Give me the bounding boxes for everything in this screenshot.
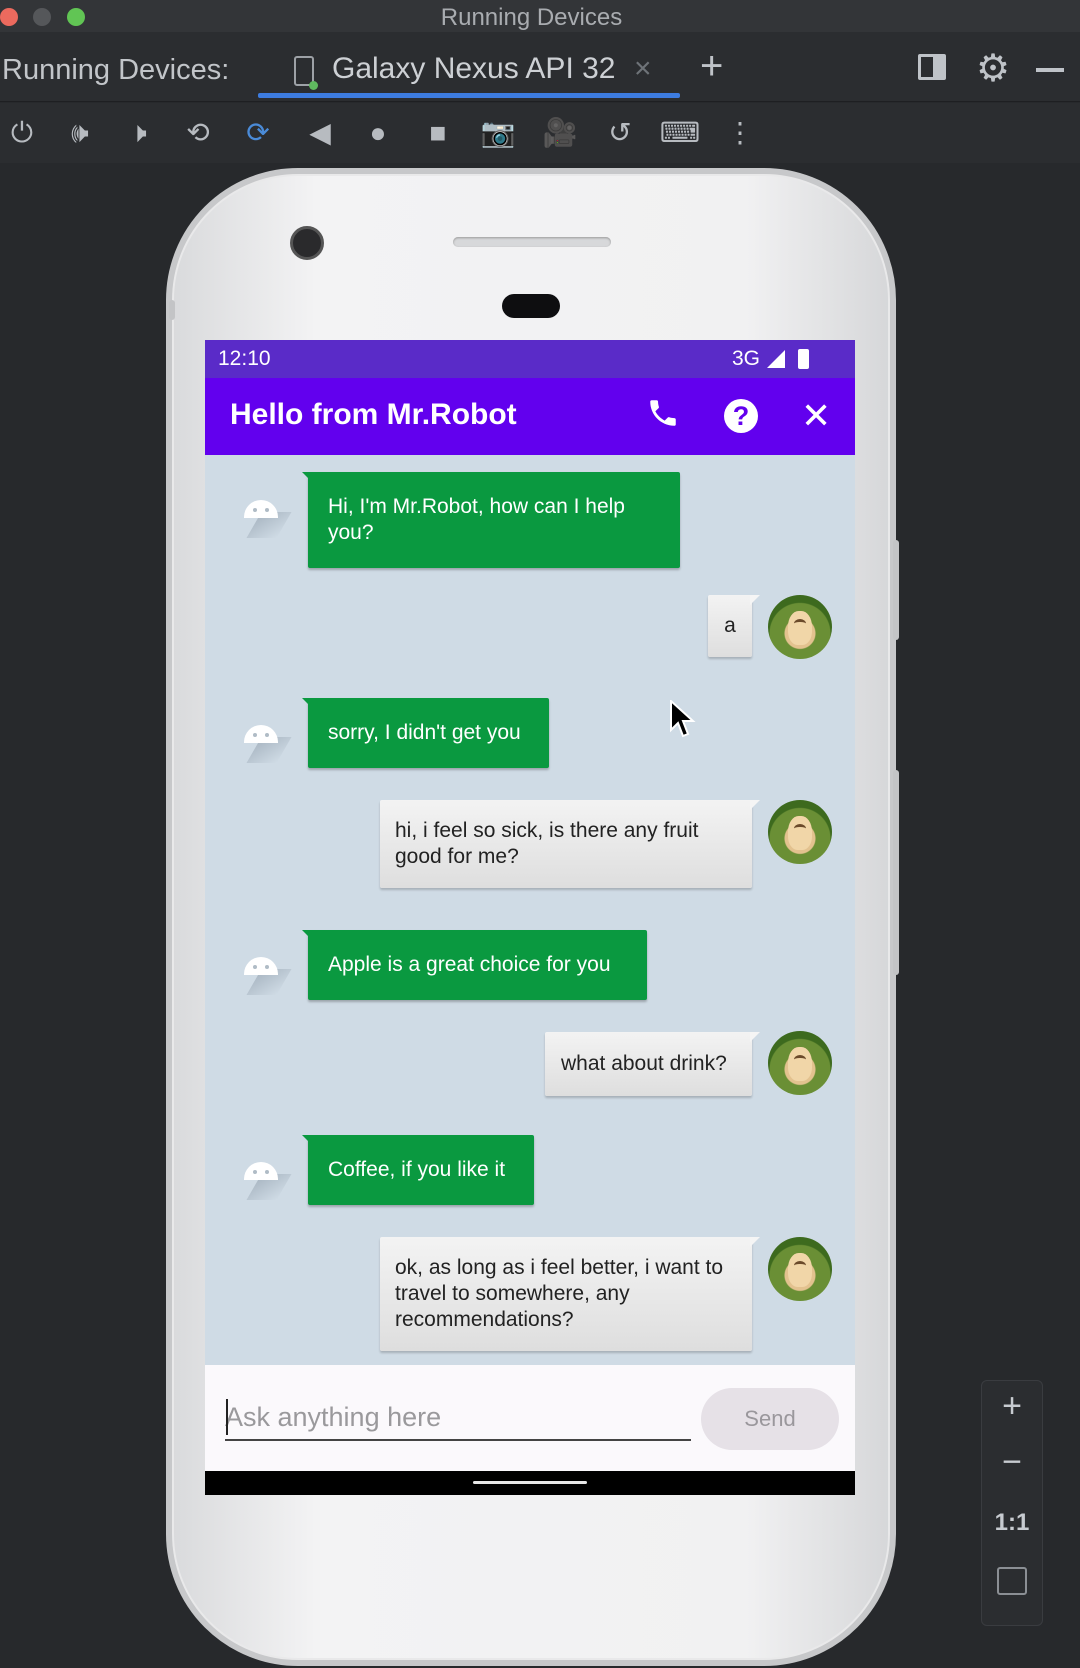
- zoom-out-button[interactable]: −: [982, 1443, 1042, 1482]
- tab-device-label: Galaxy Nexus API 32: [332, 52, 616, 85]
- close-icon[interactable]: ✕: [801, 396, 831, 436]
- user-message-bubble: a: [708, 595, 760, 657]
- zoom-in-button[interactable]: +: [982, 1387, 1042, 1426]
- help-icon[interactable]: ?: [724, 399, 758, 433]
- robot-avatar-icon: [238, 1152, 292, 1200]
- bot-message-bubble: sorry, I didn't get you: [302, 698, 549, 768]
- volume-up-icon[interactable]: 🕪: [58, 111, 102, 155]
- window-title: Running Devices: [440, 4, 623, 31]
- chat-messages: Hi, I'm Mr.Robot, how can I help you? a …: [205, 455, 855, 1365]
- volume-down-icon[interactable]: 🕨: [116, 111, 160, 155]
- bot-message-bubble: Apple is a great choice for you: [302, 930, 647, 1000]
- reset-icon[interactable]: ↺: [598, 111, 642, 155]
- layout-icon[interactable]: [918, 54, 946, 80]
- status-bar: 12:10 3G: [205, 340, 855, 378]
- user-avatar: [768, 1237, 832, 1301]
- phone-volume-key[interactable]: [893, 770, 899, 975]
- bot-message-bubble: Coffee, if you like it: [302, 1135, 534, 1205]
- tab-close-icon[interactable]: ×: [634, 52, 652, 86]
- proximity-sensor: [502, 294, 560, 318]
- input-bar: Send: [205, 1365, 855, 1471]
- send-button[interactable]: Send: [701, 1388, 839, 1450]
- gesture-nav-bar: [205, 1471, 855, 1495]
- tab-bar: Running Devices: Galaxy Nexus API 32 × +…: [0, 32, 1080, 102]
- user-message-bubble: what about drink?: [545, 1032, 760, 1096]
- app-bar: Hello from Mr.Robot ? ✕: [205, 378, 855, 455]
- app-title: Hello from Mr.Robot: [230, 398, 517, 431]
- battery-icon: [798, 349, 809, 369]
- ask-input[interactable]: [225, 1395, 691, 1441]
- tab-bar-label: Running Devices:: [2, 54, 230, 86]
- device-icon: [294, 56, 318, 90]
- camera-icon[interactable]: 📷: [476, 111, 520, 155]
- phone-screen: 12:10 3G Hello from Mr.Robot ? ✕ Hi, I'm…: [205, 340, 855, 1495]
- device-toolbar: ⏻ 🕪 🕨 ⟲ ⟳ ◀ ● ■ 📷 🎥 ↺ ⌨ ⋮: [0, 103, 1080, 163]
- user-message-bubble: hi, i feel so sick, is there any fruit g…: [380, 800, 760, 888]
- back-icon[interactable]: ◀: [298, 111, 342, 155]
- robot-avatar-icon: [238, 715, 292, 763]
- power-icon[interactable]: ⏻: [0, 111, 44, 155]
- robot-avatar-icon: [238, 490, 292, 538]
- zoom-controls: + − 1:1: [981, 1380, 1043, 1626]
- home-handle[interactable]: [473, 1481, 587, 1484]
- user-avatar: [768, 1031, 832, 1095]
- rotate-left-icon[interactable]: ⟲: [176, 111, 220, 155]
- bot-message-bubble: Hi, I'm Mr.Robot, how can I help you?: [302, 472, 680, 568]
- window-titlebar: Running Devices: [0, 0, 1080, 32]
- user-avatar: [768, 800, 832, 864]
- status-time: 12:10: [218, 347, 271, 370]
- phone-side-notch: [169, 300, 175, 320]
- user-avatar: [768, 595, 832, 659]
- phone-power-key[interactable]: [893, 540, 899, 640]
- user-message-bubble: ok, as long as i feel better, i want to …: [380, 1237, 760, 1351]
- robot-avatar-icon: [238, 947, 292, 995]
- more-icon[interactable]: ⋮: [718, 111, 762, 155]
- zoom-fit-icon[interactable]: [997, 1567, 1027, 1595]
- earpiece-speaker: [453, 237, 611, 247]
- phone-call-icon[interactable]: [646, 396, 680, 439]
- keyboard-icon[interactable]: ⌨: [658, 111, 702, 155]
- tab-device[interactable]: Galaxy Nexus API 32 ×: [258, 32, 680, 102]
- video-camera-icon[interactable]: 🎥: [538, 111, 582, 155]
- text-caret: [226, 1399, 228, 1435]
- home-icon[interactable]: ●: [356, 111, 400, 155]
- tab-active-indicator: [258, 93, 680, 98]
- signal-icon: [767, 350, 785, 368]
- zoom-actual-size-button[interactable]: 1:1: [982, 1509, 1042, 1537]
- front-camera: [290, 226, 324, 260]
- hide-panel-icon[interactable]: [1036, 68, 1064, 72]
- gear-icon[interactable]: ⚙: [976, 46, 1010, 91]
- status-network: 3G: [732, 347, 761, 370]
- rotate-right-icon[interactable]: ⟳: [236, 111, 280, 155]
- add-tab-button[interactable]: +: [700, 46, 723, 86]
- overview-icon[interactable]: ■: [416, 111, 460, 155]
